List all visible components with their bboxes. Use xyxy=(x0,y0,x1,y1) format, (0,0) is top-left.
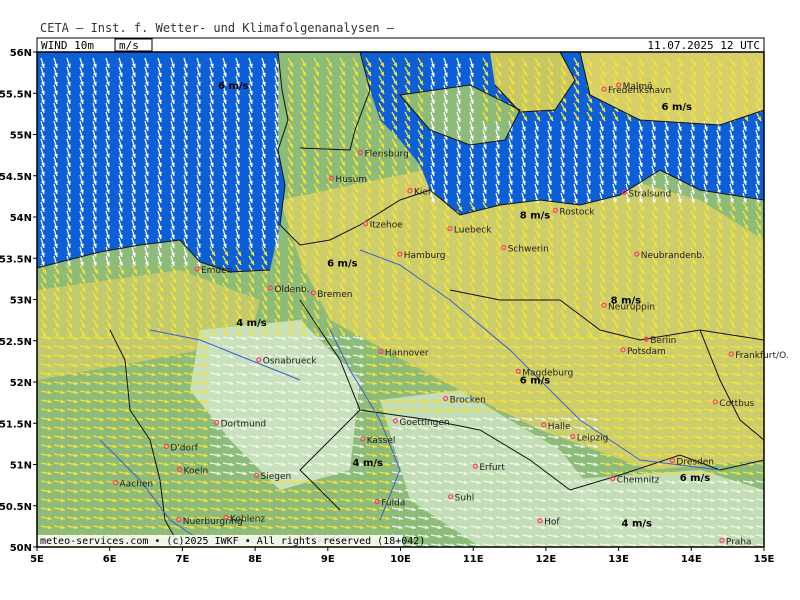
wind-map: FrederikshavnMalmöFlensburgHusumKielRost… xyxy=(0,37,789,565)
